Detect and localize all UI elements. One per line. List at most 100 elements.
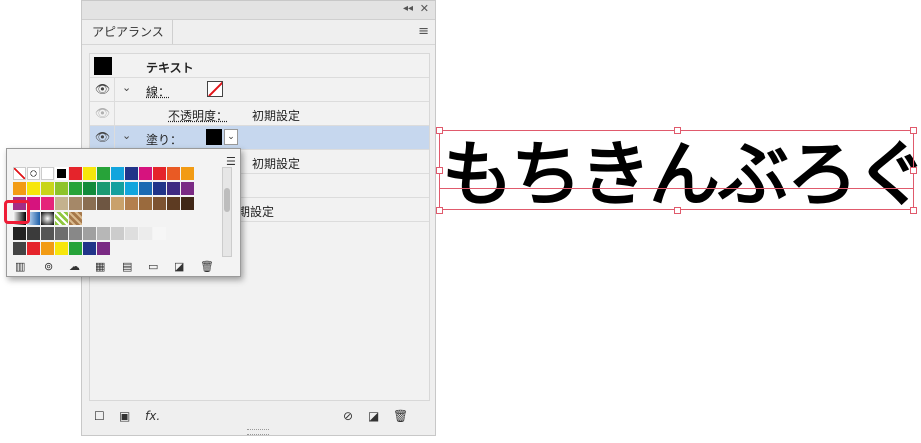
opacity-label[interactable]: 不透明度： [168,107,228,124]
swatch[interactable] [41,227,54,240]
cloud-icon[interactable]: ☁ [69,260,80,273]
swatch[interactable] [153,182,166,195]
scrollbar[interactable] [222,167,232,257]
swatch[interactable] [69,242,82,255]
swatch[interactable] [69,167,82,180]
swatch[interactable] [125,167,138,180]
swatch[interactable] [83,182,96,195]
resize-handle[interactable] [436,127,443,134]
swatch[interactable] [27,167,40,180]
swatch[interactable] [181,182,194,195]
swatch-options-icon[interactable]: ▤ [122,260,132,273]
stroke-swatch[interactable] [207,81,223,97]
swatch[interactable] [83,197,96,210]
swatch[interactable] [111,227,124,240]
swatch[interactable] [139,182,152,195]
swatch[interactable] [139,197,152,210]
color-group-icon[interactable]: ▦ [95,260,105,273]
swatch[interactable] [97,182,110,195]
swatch[interactable] [55,167,68,180]
close-icon[interactable]: ✕ [420,2,429,15]
fill-dropdown-icon[interactable]: ⌄ [224,129,238,145]
panel-titlebar[interactable]: ◂◂ ✕ [82,1,435,20]
swatch[interactable] [55,197,68,210]
swatch[interactable] [97,242,110,255]
swatch[interactable] [41,167,54,180]
swatch[interactable] [125,227,138,240]
trash-icon[interactable]: 🗑 [393,409,408,423]
swatch[interactable] [139,167,152,180]
tab-appearance[interactable]: アピアランス [84,20,173,44]
swatch[interactable] [27,182,40,195]
scrollbar-thumb[interactable] [224,188,230,212]
swatch[interactable] [167,197,180,210]
new-swatch-icon[interactable]: ◪ [174,260,184,273]
swatch[interactable] [13,167,26,180]
resize-handle[interactable] [674,207,681,214]
stroke-label[interactable]: 線： [146,83,170,100]
swatch[interactable] [153,197,166,210]
swatch[interactable] [167,182,180,195]
swatch[interactable] [97,167,110,180]
swatch[interactable] [13,242,26,255]
swatch[interactable] [83,167,96,180]
resize-handle[interactable] [910,127,917,134]
fill-swatch[interactable] [206,129,222,145]
swatch[interactable] [181,167,194,180]
swatch[interactable] [111,197,124,210]
chevron-down-icon[interactable]: ⌄ [122,81,131,94]
kind-menu-icon[interactable]: ⊚ [44,260,53,273]
swatch[interactable] [13,182,26,195]
swatch[interactable] [153,167,166,180]
swatch[interactable] [27,227,40,240]
swatch[interactable] [69,227,82,240]
swatch[interactable] [69,197,82,210]
trash-icon[interactable]: 🗑 [200,260,214,273]
resize-handle[interactable] [436,167,443,174]
resize-handle[interactable] [674,127,681,134]
swatch[interactable] [69,182,82,195]
fx-button[interactable]: fx. [145,409,160,423]
fill-label[interactable]: 塗り： [146,131,182,148]
resize-handle[interactable] [910,167,917,174]
swatch[interactable] [69,212,82,225]
eye-icon[interactable]: 👁 [95,82,110,96]
swatch[interactable] [55,242,68,255]
swatch[interactable] [97,227,110,240]
swatch[interactable] [125,182,138,195]
swatch[interactable] [83,227,96,240]
chevron-down-icon[interactable]: ⌄ [122,129,131,142]
swatch-library-icon[interactable]: ▥ [15,260,25,273]
hamburger-icon[interactable]: ≡ [418,24,429,39]
swatch[interactable] [55,182,68,195]
collapse-icon[interactable]: ◂◂ [403,3,413,14]
swatch[interactable] [27,242,40,255]
swatch[interactable] [125,197,138,210]
row-object[interactable]: テキスト [90,54,429,78]
swatch[interactable] [111,167,124,180]
swatch[interactable] [41,242,54,255]
swatch[interactable] [13,227,26,240]
add-fill-icon[interactable]: ▣ [119,409,130,423]
swatch[interactable] [167,167,180,180]
folder-icon[interactable]: ▭ [148,260,158,273]
swatch[interactable] [41,197,54,210]
swatch[interactable] [111,182,124,195]
swatch[interactable] [181,197,194,210]
row-opacity[interactable]: 👁 不透明度： 初期設定 [90,102,429,126]
add-stroke-icon[interactable]: ☐ [94,409,105,423]
swatch[interactable] [41,212,54,225]
swatch[interactable] [153,227,166,240]
swatch[interactable] [83,242,96,255]
swatch[interactable] [41,182,54,195]
eye-icon[interactable]: 👁 [95,130,110,144]
swatch[interactable] [55,212,68,225]
resize-grip[interactable] [247,429,269,435]
clear-appearance-icon[interactable]: ⊘ [343,409,353,423]
swatch[interactable] [97,197,110,210]
swatch[interactable] [139,227,152,240]
swatch[interactable] [55,227,68,240]
resize-handle[interactable] [910,207,917,214]
duplicate-item-icon[interactable]: ◪ [368,409,379,423]
resize-handle[interactable] [436,207,443,214]
